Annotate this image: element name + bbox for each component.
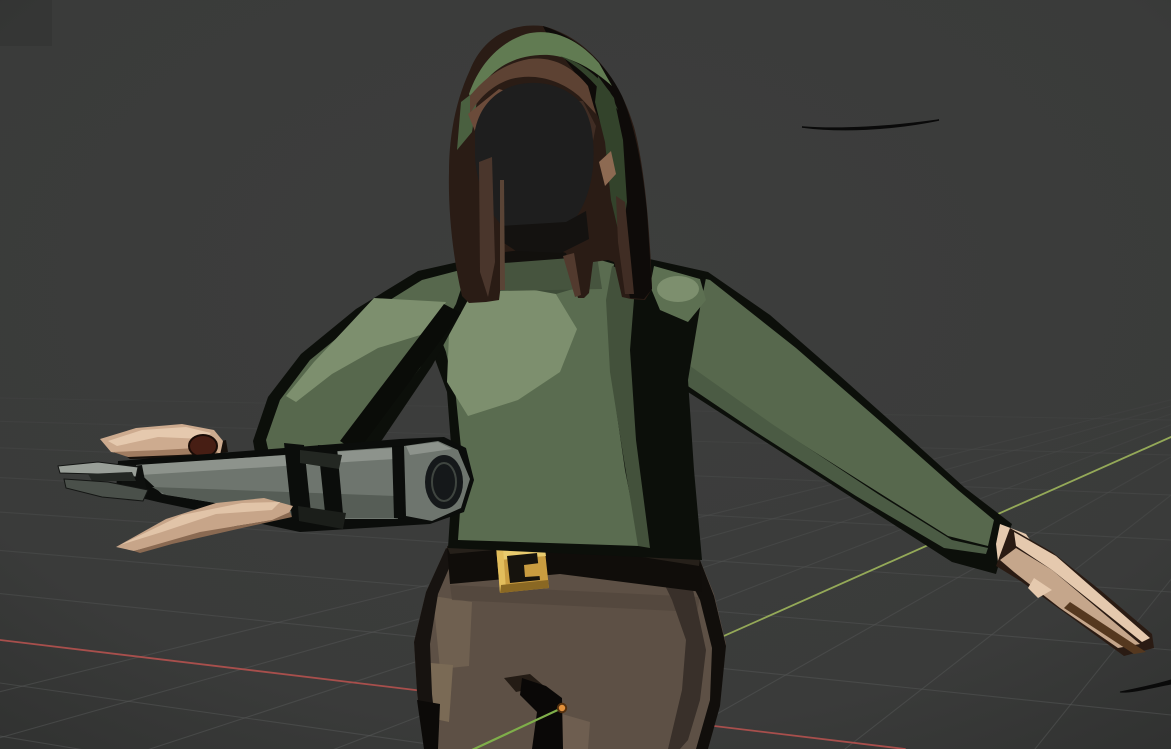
3d-viewport[interactable] xyxy=(0,0,1171,749)
origin-marker xyxy=(558,704,566,712)
gauntlet-divider xyxy=(392,446,404,519)
shoulder-highlight xyxy=(657,276,699,302)
buckle-tongue xyxy=(524,563,540,577)
corner-shade xyxy=(0,0,52,46)
viewport-canvas[interactable] xyxy=(0,0,1171,749)
